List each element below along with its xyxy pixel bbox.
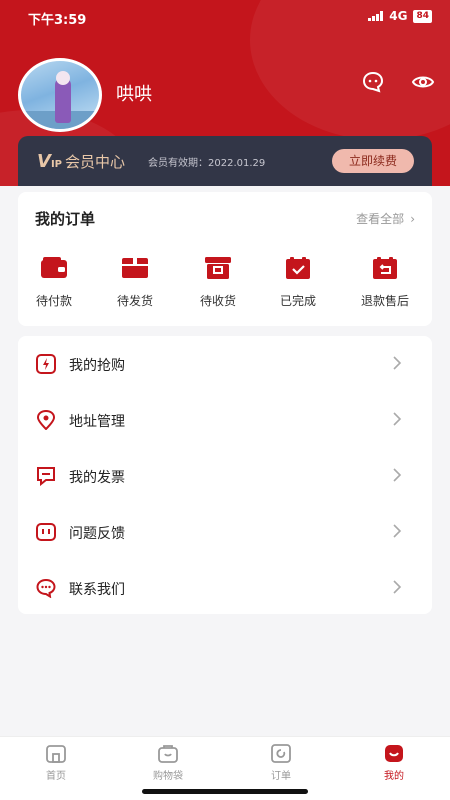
vip-validity: 会员有效期：2022.01.29 xyxy=(148,158,266,169)
tab-label: 我的 xyxy=(384,771,404,782)
chevron-right-icon xyxy=(393,468,402,482)
order-status-completed[interactable]: 已完成 xyxy=(263,256,333,309)
battery-icon: 84 xyxy=(413,9,432,23)
view-all-orders-link[interactable]: 查看全部 › xyxy=(356,210,415,227)
order-status-refund[interactable]: 退款售后 xyxy=(350,256,420,309)
wallet-icon xyxy=(41,257,67,278)
chevron-right-icon xyxy=(393,412,402,426)
username[interactable]: 哄哄 xyxy=(116,80,152,106)
completed-box-icon xyxy=(286,257,310,279)
orders-icon xyxy=(271,744,291,763)
menu-card: 我的抢购 地址管理 我的发票 问题反馈 联系我们 xyxy=(18,336,432,614)
flash-sale-icon xyxy=(36,354,56,374)
order-status-label: 待发货 xyxy=(116,294,153,308)
signal-icon xyxy=(368,11,384,21)
tab-shopping-bag[interactable]: 购物袋 xyxy=(138,743,198,782)
invoice-icon xyxy=(37,467,55,486)
vip-logo-icon: VIP xyxy=(37,151,62,172)
status-time: 下午3:59 xyxy=(28,13,87,28)
battery-level: 84 xyxy=(416,10,429,21)
avatar[interactable] xyxy=(18,58,102,132)
tab-home[interactable]: 首页 xyxy=(26,743,86,782)
order-status-label: 待收货 xyxy=(199,294,236,308)
order-status-to-ship[interactable]: 待发货 xyxy=(100,256,170,309)
menu-item-label: 我的发票 xyxy=(69,470,125,486)
profile-icon xyxy=(385,745,403,762)
menu-item-contact[interactable]: 联系我们 xyxy=(18,560,432,616)
chevron-right-icon: › xyxy=(410,212,415,226)
shopping-bag-icon xyxy=(158,745,178,763)
order-status-label: 退款售后 xyxy=(360,294,409,308)
package-icon xyxy=(122,258,148,278)
status-indicators: 4G 84 xyxy=(368,9,432,23)
message-icon[interactable] xyxy=(361,70,385,94)
menu-item-label: 我的抢购 xyxy=(69,358,125,374)
order-status-label: 待付款 xyxy=(35,294,72,308)
chevron-right-icon xyxy=(393,524,402,538)
orders-card: 我的订单 查看全部 › 待付款 待发货 待收货 已完成 退款售后 xyxy=(18,192,432,326)
order-status-pending-payment[interactable]: 待付款 xyxy=(19,256,89,309)
status-bar: 下午3:59 4G 84 xyxy=(0,0,450,32)
tab-profile[interactable]: 我的 xyxy=(364,743,424,782)
receive-box-icon xyxy=(205,257,231,279)
order-status-to-receive[interactable]: 待收货 xyxy=(183,256,253,309)
feedback-icon xyxy=(36,523,56,541)
view-icon[interactable] xyxy=(411,70,435,94)
menu-item-label: 地址管理 xyxy=(69,414,125,430)
vip-title: 会员中心 xyxy=(65,153,126,171)
tab-label: 订单 xyxy=(271,771,291,782)
chevron-right-icon xyxy=(393,356,402,370)
tab-label: 首页 xyxy=(46,771,66,782)
network-label: 4G xyxy=(389,9,408,23)
orders-title: 我的订单 xyxy=(35,210,96,228)
home-indicator[interactable] xyxy=(142,789,308,794)
refund-icon xyxy=(373,257,397,279)
tab-label: 购物袋 xyxy=(153,771,183,782)
renew-button[interactable]: 立即续费 xyxy=(332,149,414,173)
chevron-right-icon xyxy=(393,580,402,594)
order-status-label: 已完成 xyxy=(279,294,316,308)
menu-item-label: 联系我们 xyxy=(69,582,125,598)
vip-center-bar[interactable]: VIP 会员中心 会员有效期：2022.01.29 立即续费 xyxy=(18,136,432,186)
home-icon xyxy=(46,745,66,763)
location-icon xyxy=(36,410,56,430)
contact-icon xyxy=(36,578,56,598)
tab-orders[interactable]: 订单 xyxy=(251,743,311,782)
menu-item-label: 问题反馈 xyxy=(69,526,125,542)
menu-item-address[interactable]: 地址管理 xyxy=(18,392,432,448)
menu-item-feedback[interactable]: 问题反馈 xyxy=(18,504,432,560)
menu-item-invoice[interactable]: 我的发票 xyxy=(18,448,432,504)
menu-item-flash-sale[interactable]: 我的抢购 xyxy=(18,336,432,392)
